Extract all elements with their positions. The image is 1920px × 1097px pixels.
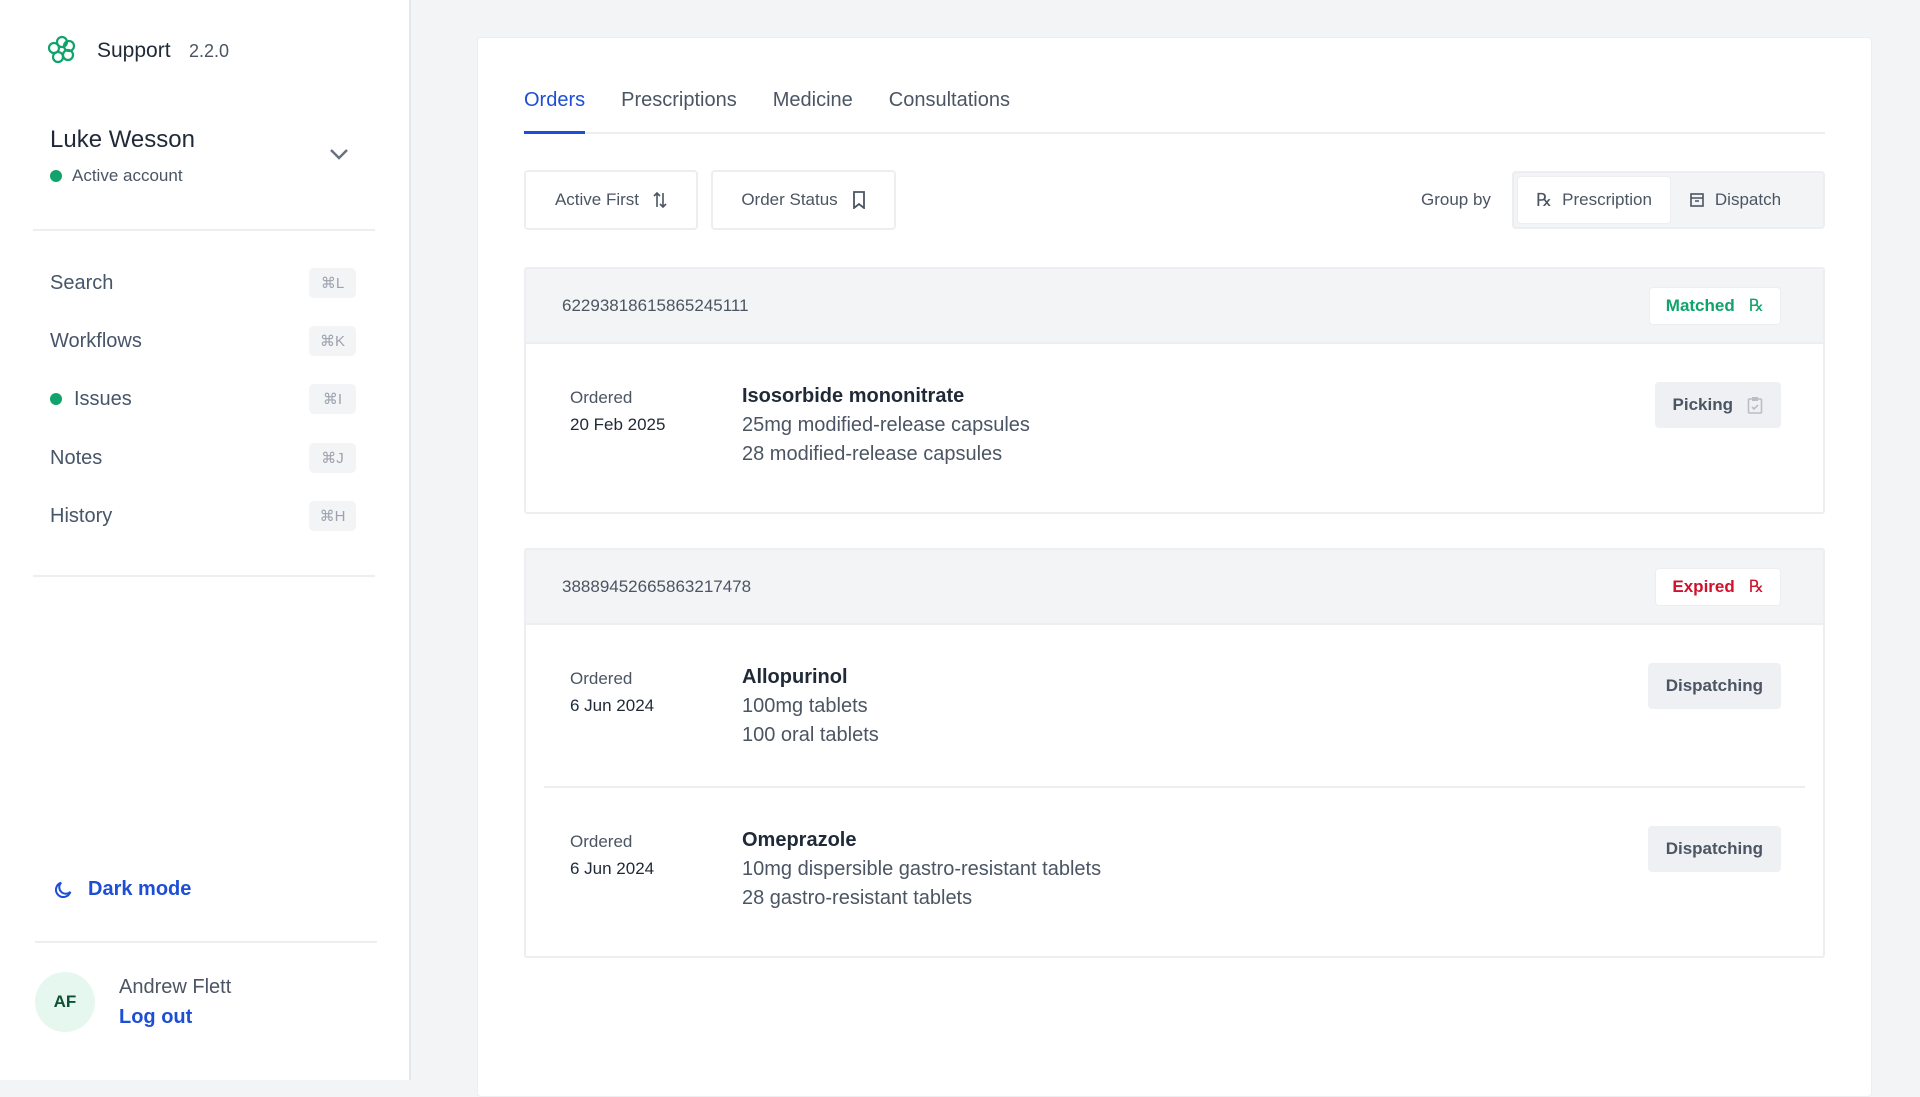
- date-value: 20 Feb 2025: [570, 411, 665, 438]
- ordered-label: Ordered: [570, 388, 632, 407]
- drug-info: Allopurinol100mg tablets100 oral tablets: [742, 663, 879, 750]
- group-by-label: Group by: [1421, 190, 1491, 210]
- order-group: 38889452665863217478 Expired ℞ Ordered 6 Ju…: [524, 548, 1825, 958]
- order-group-header: 38889452665863217478 Expired ℞: [526, 550, 1823, 625]
- date-value: 6 Jun 2024: [570, 855, 654, 882]
- order-date: Ordered 6 Jun 2024: [570, 828, 654, 882]
- nav-label: Search: [50, 272, 113, 295]
- order-item[interactable]: Ordered 6 Jun 2024 Allopurinol100mg table…: [526, 625, 1823, 786]
- group-by-toggle: ℞ Prescription Dispatch: [1512, 171, 1825, 229]
- divider: [35, 941, 377, 943]
- shortcut-badge: ⌘H: [309, 501, 356, 531]
- tab-consultations[interactable]: Consultations: [889, 84, 1010, 134]
- dispatch-status-button[interactable]: Dispatching: [1648, 826, 1781, 872]
- prescription-status-badge: Matched ℞: [1649, 287, 1781, 325]
- option-label: Prescription: [1562, 190, 1652, 210]
- drug-name: Allopurinol: [742, 663, 879, 692]
- shortcut-badge: ⌘I: [309, 384, 356, 414]
- status-text: Active account: [72, 166, 183, 186]
- clipboard-check-icon: [1747, 396, 1763, 414]
- rx-icon: ℞: [1749, 296, 1764, 316]
- order-date: Ordered 20 Feb 2025: [570, 384, 665, 438]
- drug-info: Isosorbide mononitrate25mg modified-rele…: [742, 382, 1030, 469]
- nav-label: Notes: [50, 447, 102, 470]
- account-status: Active account: [50, 166, 183, 186]
- drug-info: Omeprazole10mg dispersible gastro-resist…: [742, 826, 1101, 913]
- sort-label: Active First: [555, 190, 639, 210]
- nav-label: History: [50, 505, 112, 528]
- dark-mode-label: Dark mode: [88, 878, 191, 901]
- badge-label: Matched: [1666, 296, 1735, 316]
- order-id[interactable]: 38889452665863217478: [562, 577, 751, 597]
- order-group: 62293818615865245111 Matched ℞ Ordered 20 F…: [524, 267, 1825, 514]
- drug-strength: 10mg dispersible gastro-resistant tablet…: [742, 855, 1101, 884]
- dispatch-status-button[interactable]: Dispatching: [1648, 663, 1781, 709]
- sidebar: Support 2.2.0 Luke Wesson Active account…: [0, 0, 411, 1080]
- divider: [33, 229, 375, 231]
- sidebar-item-search[interactable]: Search ⌘L: [50, 263, 356, 303]
- prescription-status-badge: Expired ℞: [1655, 568, 1781, 606]
- filter-label: Order Status: [741, 190, 837, 210]
- option-label: Dispatch: [1715, 190, 1781, 210]
- status-label: Dispatching: [1666, 839, 1763, 859]
- flower-logo-icon: [46, 34, 78, 66]
- drug-name: Omeprazole: [742, 826, 1101, 855]
- tab-medicine[interactable]: Medicine: [773, 84, 853, 134]
- shortcut-badge: ⌘J: [309, 443, 356, 473]
- bookmark-icon: [852, 191, 866, 209]
- badge-label: Expired: [1672, 577, 1734, 597]
- sidebar-item-issues[interactable]: Issues ⌘I: [50, 379, 356, 419]
- drug-strength: 100mg tablets: [742, 692, 879, 721]
- sidebar-item-history[interactable]: History ⌘H: [50, 496, 356, 536]
- status-label: Dispatching: [1666, 676, 1763, 696]
- nav-label: Workflows: [50, 330, 142, 353]
- app-version: 2.2.0: [189, 41, 229, 62]
- issues-dot: [50, 393, 62, 405]
- dark-mode-toggle[interactable]: Dark mode: [52, 878, 191, 901]
- sort-arrows-icon: [653, 191, 667, 209]
- drug-quantity: 100 oral tablets: [742, 721, 879, 750]
- shortcut-badge: ⌘K: [309, 326, 356, 356]
- moon-icon: [52, 879, 74, 901]
- dispatch-status-button[interactable]: Picking: [1655, 382, 1781, 428]
- status-label: Picking: [1673, 395, 1733, 415]
- order-id[interactable]: 62293818615865245111: [562, 296, 749, 316]
- ordered-label: Ordered: [570, 832, 632, 851]
- rx-icon: ℞: [1536, 190, 1552, 211]
- archive-icon: [1689, 192, 1705, 208]
- order-item[interactable]: Ordered 20 Feb 2025 Isosorbide mononitrat…: [526, 344, 1823, 512]
- order-item[interactable]: Ordered 6 Jun 2024 Omeprazole10mg dispers…: [526, 788, 1823, 956]
- rx-icon: ℞: [1749, 577, 1764, 597]
- order-date: Ordered 6 Jun 2024: [570, 665, 654, 719]
- drug-name: Isosorbide mononitrate: [742, 382, 1030, 411]
- group-by-prescription[interactable]: ℞ Prescription: [1517, 176, 1671, 224]
- logout-link[interactable]: Log out: [119, 1006, 192, 1029]
- app-name: Support: [97, 39, 171, 63]
- drug-strength: 25mg modified-release capsules: [742, 411, 1030, 440]
- sidebar-item-notes[interactable]: Notes ⌘J: [50, 438, 356, 478]
- status-dot: [50, 170, 62, 182]
- account-name[interactable]: Luke Wesson: [50, 126, 195, 154]
- shortcut-badge: ⌘L: [309, 268, 356, 298]
- group-by-dispatch[interactable]: Dispatch: [1671, 176, 1799, 224]
- ordered-label: Ordered: [570, 669, 632, 688]
- order-status-filter-button[interactable]: Order Status: [711, 170, 896, 230]
- tab-orders[interactable]: Orders: [524, 84, 585, 134]
- date-value: 6 Jun 2024: [570, 692, 654, 719]
- sort-button[interactable]: Active First: [524, 170, 698, 230]
- drug-quantity: 28 gastro-resistant tablets: [742, 884, 1101, 913]
- divider: [33, 575, 375, 577]
- user-name: Andrew Flett: [119, 976, 231, 999]
- order-group-header: 62293818615865245111 Matched ℞: [526, 269, 1823, 344]
- tab-bar: Orders Prescriptions Medicine Consultati…: [524, 84, 1825, 134]
- tab-prescriptions[interactable]: Prescriptions: [621, 84, 737, 134]
- nav-label: Issues: [74, 388, 132, 411]
- drug-quantity: 28 modified-release capsules: [742, 440, 1030, 469]
- avatar: AF: [35, 972, 95, 1032]
- sidebar-item-workflows[interactable]: Workflows ⌘K: [50, 321, 356, 361]
- chevron-down-icon[interactable]: [328, 146, 350, 162]
